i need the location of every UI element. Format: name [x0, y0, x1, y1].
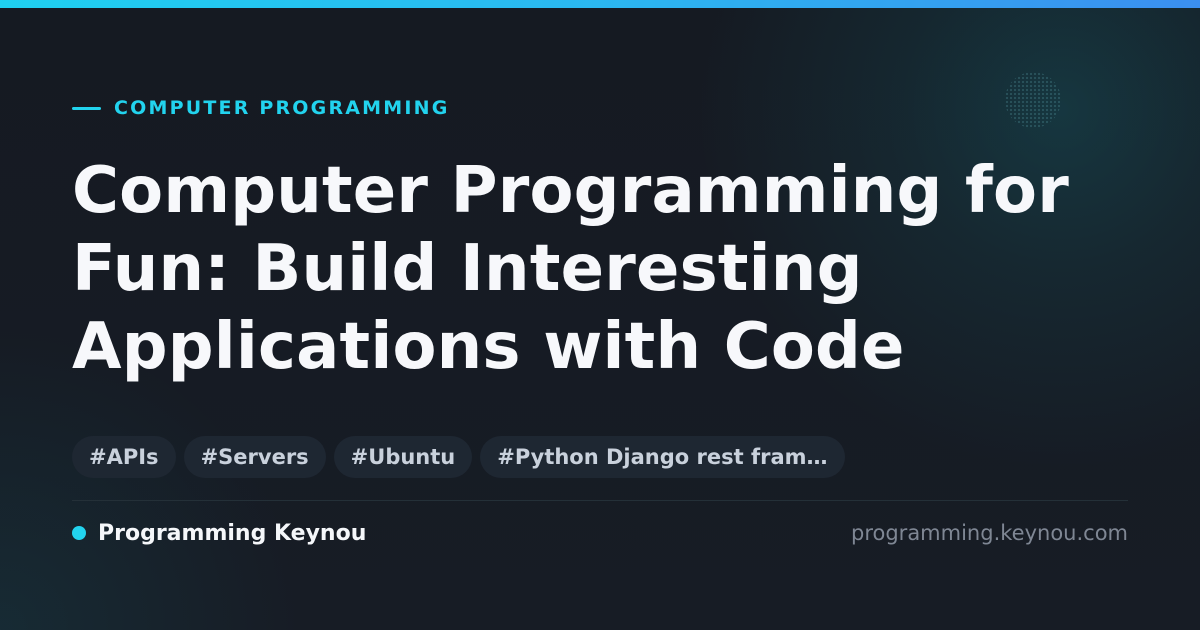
- title-line: Fun: Build Interesting: [72, 232, 863, 306]
- brand-name: Programming Keynou: [98, 520, 367, 546]
- site-url: programming.keynou.com: [851, 521, 1128, 545]
- page-title: Computer Programming for Fun: Build Inte…: [72, 152, 1152, 386]
- tag-ubuntu: #Ubuntu: [333, 436, 473, 478]
- dot-pattern-decoration: [1005, 72, 1061, 128]
- accent-top-bar: [0, 0, 1200, 8]
- category-eyebrow: COMPUTER PROGRAMMING: [72, 96, 450, 120]
- footer-divider: [72, 500, 1128, 501]
- title-line: Computer Programming for: [72, 154, 1069, 228]
- brand: Programming Keynou: [72, 518, 366, 548]
- tag-python-django: #Python Django rest fram…: [480, 436, 845, 478]
- title-line: Applications with Code: [72, 310, 905, 384]
- category-label: COMPUTER PROGRAMMING: [114, 97, 450, 119]
- tag-list: #APIs #Servers #Ubuntu #Python Django re…: [72, 436, 845, 478]
- tag-apis: #APIs: [72, 436, 176, 478]
- eyebrow-dash: [72, 106, 101, 110]
- brand-dot-icon: [72, 526, 86, 540]
- social-card: COMPUTER PROGRAMMING Computer Programmin…: [0, 0, 1200, 630]
- tag-servers: #Servers: [183, 436, 326, 478]
